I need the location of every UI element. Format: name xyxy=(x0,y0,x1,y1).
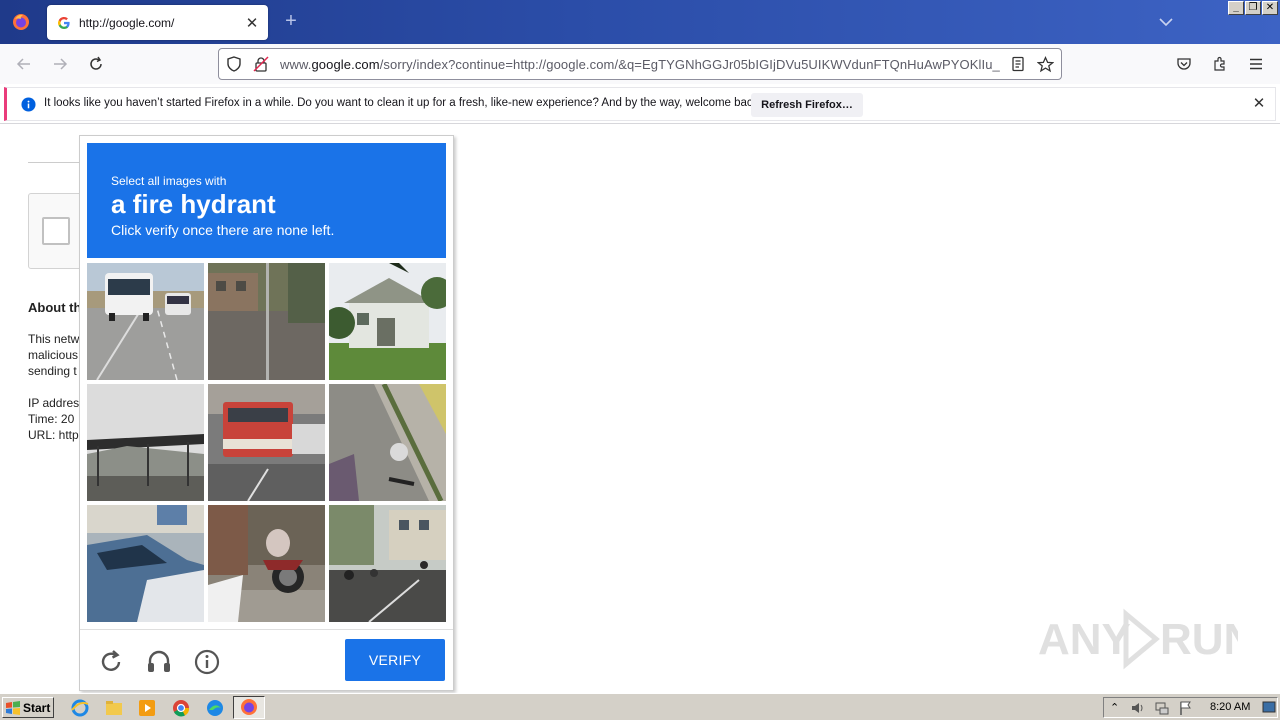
pocket-icon[interactable] xyxy=(1172,52,1196,76)
insecure-lock-icon[interactable] xyxy=(253,56,269,77)
challenge-footer-divider xyxy=(80,629,453,630)
bookmark-star-icon[interactable] xyxy=(1036,56,1055,78)
image-tile[interactable] xyxy=(329,263,446,380)
show-hidden-icons-icon[interactable]: ⌃ xyxy=(1110,701,1119,714)
image-grid xyxy=(87,263,447,623)
clock: 8:20 AM xyxy=(1210,701,1251,713)
file-explorer-icon[interactable] xyxy=(104,698,124,718)
internet-explorer-icon[interactable] xyxy=(70,698,90,718)
image-tile[interactable] xyxy=(87,263,204,380)
shield-icon[interactable] xyxy=(226,56,242,77)
url-path: /sorry/index?continue=http://google.com/… xyxy=(379,57,1000,72)
media-player-icon[interactable] xyxy=(137,698,157,718)
tab-close-icon[interactable]: ✕ xyxy=(240,11,264,35)
help-info-icon[interactable] xyxy=(193,648,221,676)
challenge-header: Select all images with a fire hydrant Cl… xyxy=(87,143,446,258)
challenge-subtext: Click verify once there are none left. xyxy=(111,222,335,238)
verify-button[interactable]: VERIFY xyxy=(345,639,445,681)
address-bar[interactable]: www.google.com/sorry/index?continue=http… xyxy=(218,48,1062,80)
image-tile[interactable] xyxy=(208,263,325,380)
reload-icon[interactable] xyxy=(84,52,108,76)
url-domain: google.com xyxy=(311,57,380,72)
action-center-flag-icon[interactable] xyxy=(1178,700,1194,721)
svg-text:RUN: RUN xyxy=(1160,615,1238,664)
navigation-toolbar: www.google.com/sorry/index?continue=http… xyxy=(0,44,1280,84)
windows-logo-icon xyxy=(6,700,20,715)
anyrun-watermark: ANY RUN xyxy=(1038,608,1255,670)
info-icon xyxy=(21,97,36,117)
minimize-icon[interactable]: _ xyxy=(1228,1,1244,15)
toolbar-separator xyxy=(0,123,1280,124)
recaptcha-challenge: Select all images with a fire hydrant Cl… xyxy=(79,135,454,691)
browser-tab[interactable]: http://google.com/ ✕ xyxy=(47,5,268,40)
hamburger-menu-icon[interactable] xyxy=(1244,52,1268,76)
image-tile[interactable] xyxy=(87,384,204,501)
url-line: URL: http xyxy=(28,428,79,442)
start-button[interactable]: Start xyxy=(2,697,54,718)
svg-text:ANY: ANY xyxy=(1038,615,1131,664)
volume-icon[interactable] xyxy=(1130,700,1146,721)
start-label: Start xyxy=(23,700,51,715)
page-paragraph-line: sending t xyxy=(28,364,77,378)
image-tile[interactable] xyxy=(208,505,325,622)
notification-message: It looks like you haven’t started Firefo… xyxy=(44,97,762,109)
notification-close-icon[interactable]: ✕ xyxy=(1251,96,1267,112)
tab-bar: http://google.com/ ✕ + _ ❐ ✕ xyxy=(0,0,1280,44)
image-tile[interactable] xyxy=(329,384,446,501)
firefox-menu-icon[interactable] xyxy=(0,0,42,44)
back-icon[interactable] xyxy=(12,52,36,76)
notification-bar: It looks like you haven’t started Firefo… xyxy=(4,87,1276,121)
google-favicon-icon xyxy=(58,16,70,29)
list-all-tabs-icon[interactable] xyxy=(1156,12,1176,32)
image-tile[interactable] xyxy=(329,505,446,622)
taskbar: Start ⌃ 8:20 AM xyxy=(0,693,1280,720)
url-text: www.google.com/sorry/index?continue=http… xyxy=(280,57,1000,72)
extensions-icon[interactable] xyxy=(1208,52,1232,76)
ip-address-line: IP addres xyxy=(28,396,80,410)
audio-challenge-icon[interactable] xyxy=(145,648,173,676)
tab-title: http://google.com/ xyxy=(79,15,175,30)
system-tray: ⌃ 8:20 AM xyxy=(1103,697,1278,718)
refresh-firefox-button[interactable]: Refresh Firefox… xyxy=(751,93,863,117)
close-window-icon[interactable]: ✕ xyxy=(1262,1,1278,15)
image-tile[interactable] xyxy=(208,384,325,501)
chrome-icon[interactable] xyxy=(171,698,191,718)
page-paragraph-line: malicious xyxy=(28,348,79,362)
restore-icon[interactable]: ❐ xyxy=(1245,1,1261,15)
challenge-instruction: Select all images with xyxy=(111,174,227,188)
reader-view-icon[interactable] xyxy=(1010,56,1026,77)
show-desktop-icon[interactable] xyxy=(1262,700,1276,721)
page-paragraph-line: This netw xyxy=(28,332,80,346)
recaptcha-checkbox[interactable] xyxy=(42,217,70,245)
forward-icon[interactable] xyxy=(48,52,72,76)
new-tab-icon[interactable]: + xyxy=(280,10,302,32)
window-controls: _ ❐ ✕ xyxy=(1228,1,1278,15)
time-line: Time: 20 xyxy=(28,412,75,426)
challenge-target: a fire hydrant xyxy=(111,189,276,219)
about-heading: About th xyxy=(28,300,82,315)
url-prefix: www. xyxy=(280,57,312,72)
reload-challenge-icon[interactable] xyxy=(97,648,125,676)
edge-icon[interactable] xyxy=(205,698,225,718)
network-icon[interactable] xyxy=(1154,700,1170,721)
firefox-icon xyxy=(241,699,257,715)
firefox-taskbar-button[interactable] xyxy=(233,696,265,719)
image-tile[interactable] xyxy=(87,505,204,622)
